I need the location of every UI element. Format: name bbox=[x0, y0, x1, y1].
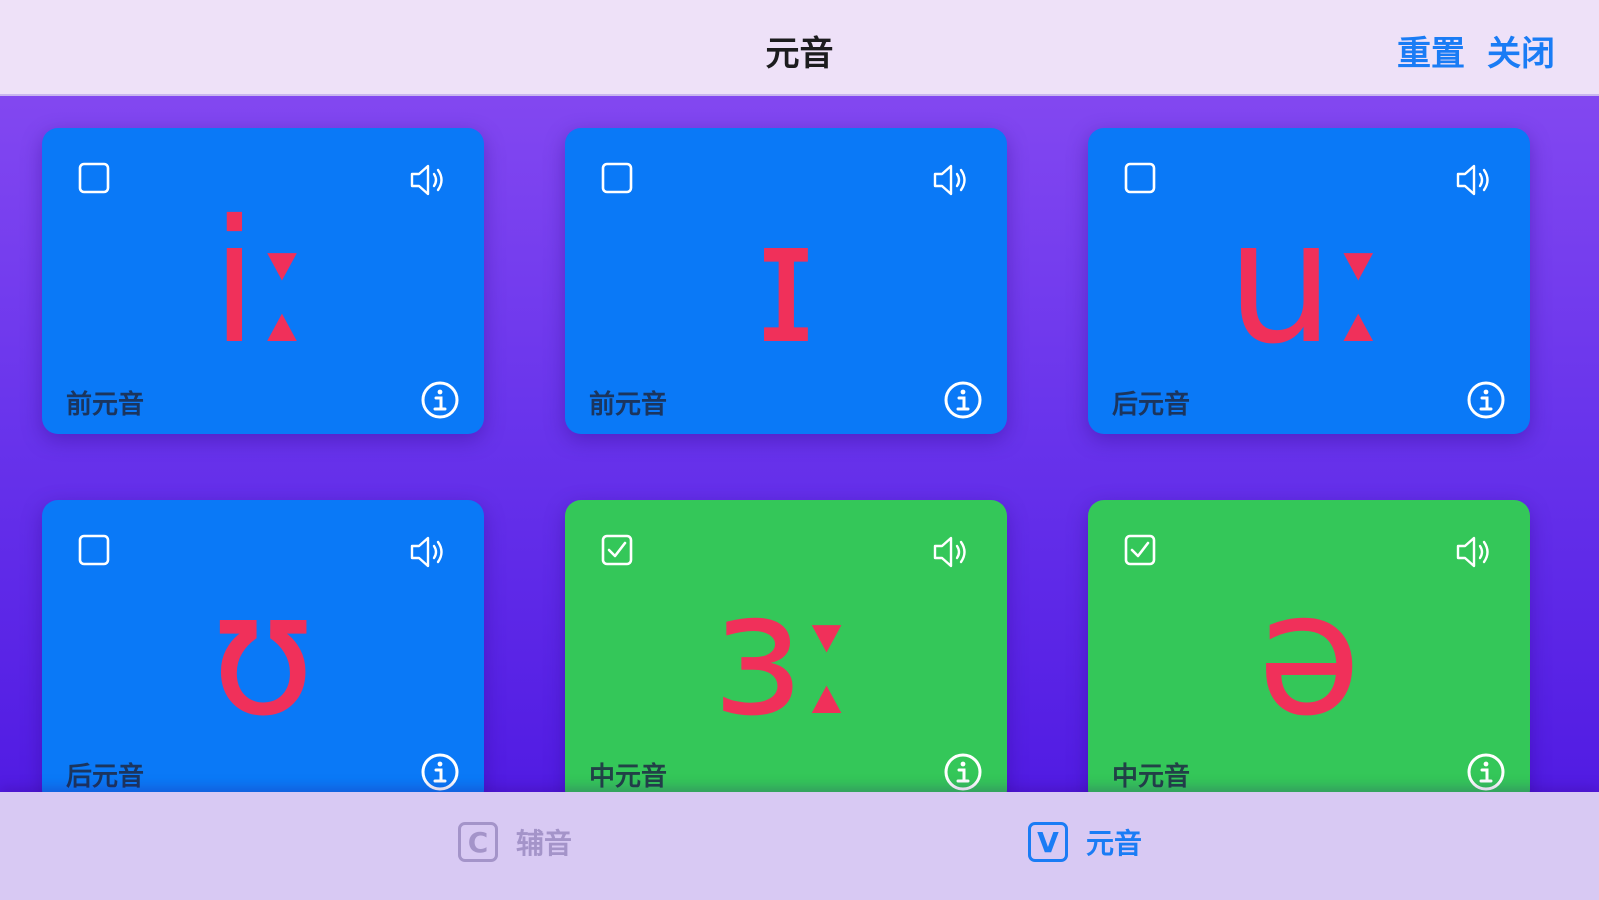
consonant-badge-icon: C bbox=[458, 822, 498, 862]
info-icon[interactable] bbox=[420, 380, 460, 420]
info-icon[interactable] bbox=[943, 380, 983, 420]
tab-label: 辅音 bbox=[516, 827, 573, 860]
phoneme-symbol-area: iː bbox=[42, 188, 484, 378]
vowel-card-grid: iː 前元音 ɪ 前元音 uː 后元音 ʊ 后元音 ɜː 中元音 ə 中元音 bbox=[42, 128, 1558, 806]
vowel-category-label: 中元音 bbox=[589, 762, 668, 792]
phoneme-symbol: ɪ bbox=[754, 184, 818, 382]
tab-consonants[interactable]: C 辅音 bbox=[458, 822, 572, 862]
vowel-badge-icon: V bbox=[1028, 822, 1068, 862]
vowel-card[interactable]: ɪ 前元音 bbox=[565, 128, 1007, 434]
phoneme-symbol-area: ʊ bbox=[42, 560, 484, 750]
vowel-card[interactable]: ɜː 中元音 bbox=[565, 500, 1007, 806]
info-icon[interactable] bbox=[943, 752, 983, 792]
vowel-category-label: 中元音 bbox=[1112, 762, 1191, 792]
bottom-tab-bar: C 辅音 V 元音 bbox=[0, 792, 1599, 900]
phoneme-symbol: uː bbox=[1226, 184, 1392, 382]
vowel-card[interactable]: ə 中元音 bbox=[1088, 500, 1530, 806]
phoneme-symbol: ɜː bbox=[712, 556, 860, 754]
info-icon[interactable] bbox=[420, 752, 460, 792]
vowel-category-label: 后元音 bbox=[1112, 390, 1191, 420]
phoneme-symbol-area: ə bbox=[1088, 560, 1530, 750]
vowel-category-label: 前元音 bbox=[66, 390, 145, 420]
close-button[interactable]: 关闭 bbox=[1487, 26, 1555, 75]
phoneme-symbol-area: ɪ bbox=[565, 188, 1007, 378]
vowel-card[interactable]: uː 后元音 bbox=[1088, 128, 1530, 434]
phoneme-symbol: ʊ bbox=[210, 556, 316, 754]
vowel-card[interactable]: iː 前元音 bbox=[42, 128, 484, 434]
app-root: 元音 重置 关闭 iː 前元音 ɪ 前元音 uː 后元音 ʊ 后元音 ɜː 中元… bbox=[0, 0, 1599, 900]
info-icon[interactable] bbox=[1466, 752, 1506, 792]
phoneme-symbol-area: uː bbox=[1088, 188, 1530, 378]
phoneme-symbol: ə bbox=[1256, 556, 1362, 754]
reset-button[interactable]: 重置 bbox=[1397, 26, 1465, 75]
vowel-card[interactable]: ʊ 后元音 bbox=[42, 500, 484, 806]
phoneme-symbol: iː bbox=[210, 184, 316, 382]
page-title: 元音 bbox=[765, 34, 834, 74]
vowel-category-label: 前元音 bbox=[589, 390, 668, 420]
navigation-bar: 元音 重置 关闭 bbox=[0, 0, 1599, 96]
phoneme-symbol-area: ɜː bbox=[565, 560, 1007, 750]
info-icon[interactable] bbox=[1466, 380, 1506, 420]
vowel-category-label: 后元音 bbox=[66, 762, 145, 792]
header-actions: 重置 关闭 bbox=[1397, 26, 1555, 75]
tab-label: 元音 bbox=[1086, 827, 1143, 860]
tab-vowels[interactable]: V 元音 bbox=[1028, 822, 1142, 862]
